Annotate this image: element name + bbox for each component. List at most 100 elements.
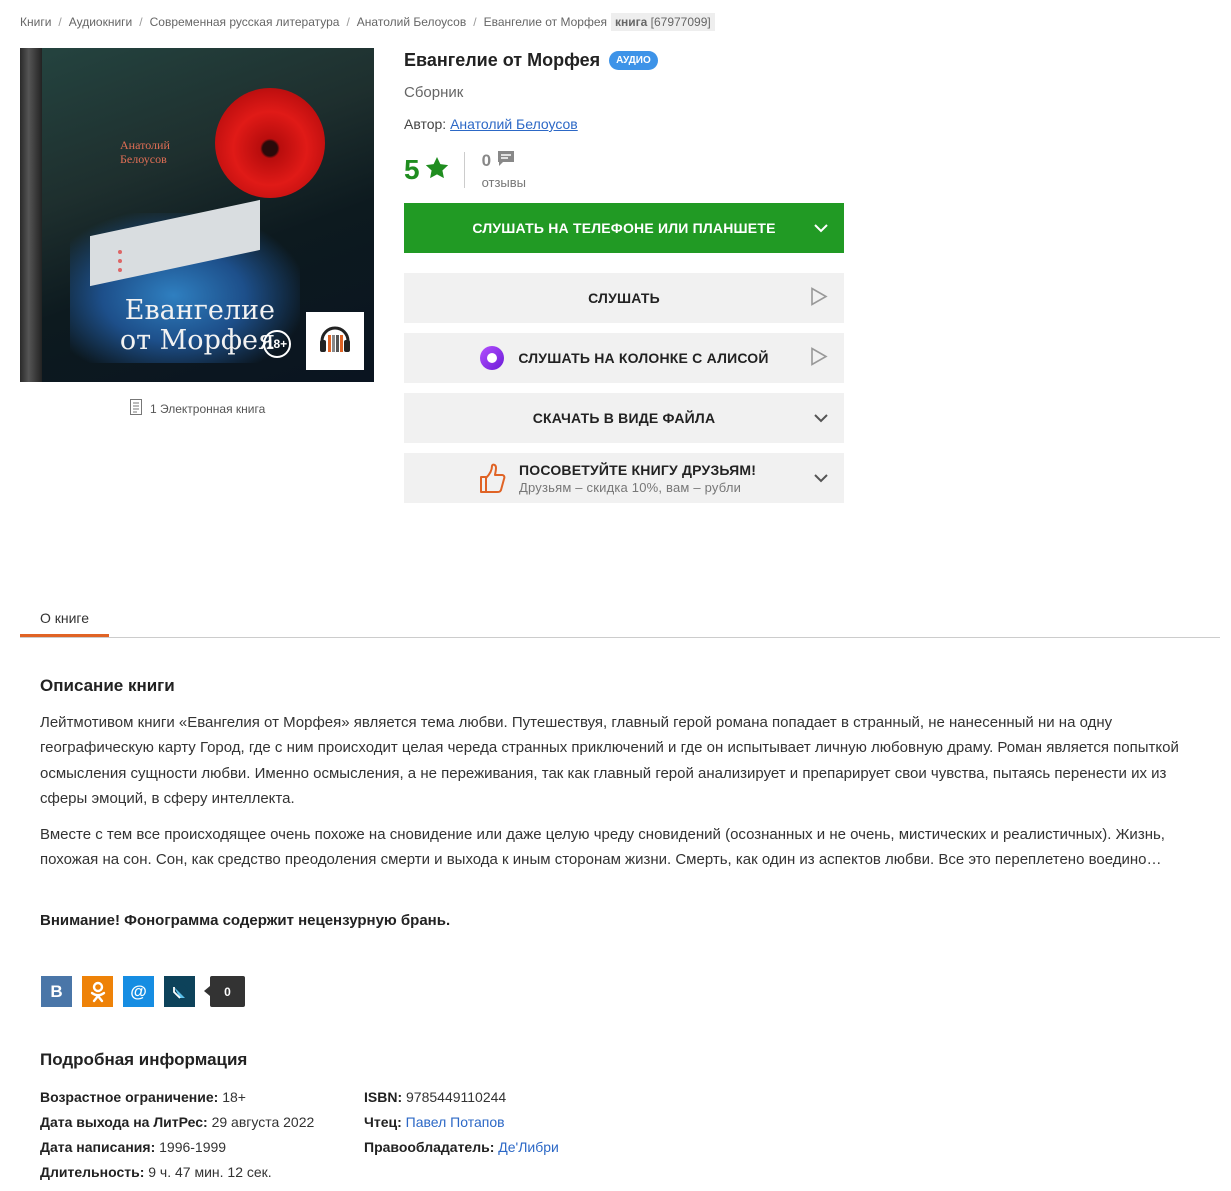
chevron-down-icon: [814, 410, 828, 426]
listen-on-device-button[interactable]: Слушать на телефоне или планшете: [404, 203, 844, 253]
description-paragraph-2: Вместе с тем все происходящее очень похо…: [40, 826, 1165, 869]
details-heading: Подробная информация: [40, 1050, 248, 1069]
recommend-title: Посоветуйте книгу друзьям!: [519, 461, 757, 478]
audio-badge: аудио: [609, 51, 658, 70]
recommend-friends-button[interactable]: Посоветуйте книгу друзьям! Друзьям – ски…: [404, 453, 844, 503]
audio-format-badge: [306, 312, 364, 370]
cover-poppy-image: [215, 88, 325, 198]
book-title: Евангелие от Морфея: [404, 50, 601, 70]
book-id-value: [67977099]: [650, 15, 711, 29]
breadcrumb: Книги / Аудиокниги / Современная русская л…: [20, 13, 715, 31]
breadcrumb-item-genre[interactable]: Современная русская литература: [150, 15, 340, 29]
rating-block: 5 0 отзывы: [404, 150, 526, 190]
detail-written-label: Дата написания:: [40, 1139, 156, 1155]
breadcrumb-item-book[interactable]: Евангелие от Морфея: [484, 15, 607, 29]
book-id-label: книга: [615, 15, 648, 29]
thumbs-up-icon: [478, 462, 506, 497]
book-subtitle: Сборник: [404, 84, 464, 101]
cover-dots: [118, 250, 122, 277]
detail-age-label: Возрастное ограничение:: [40, 1089, 219, 1105]
reviews-count-row: 0: [482, 150, 526, 172]
reviews-label: отзывы: [481, 175, 527, 190]
tab-about-book[interactable]: О книге: [20, 605, 109, 637]
detail-written: Дата написания: 1996-1999: [40, 1135, 314, 1160]
book-title-row: Евангелие от Морфея аудио: [404, 50, 658, 71]
ebook-version-link[interactable]: 1 Электронная книга: [130, 399, 265, 418]
detail-duration-label: Длительность:: [40, 1164, 145, 1180]
breadcrumb-separator: /: [58, 15, 62, 29]
detail-reader-label: Чтец:: [364, 1114, 402, 1130]
listen-on-device-label: Слушать на телефоне или планшете: [472, 220, 776, 236]
cover-author-line2: Белоусов: [120, 152, 167, 166]
odnoklassniki-icon[interactable]: [82, 976, 113, 1007]
detail-release-value: 29 августа 2022: [211, 1114, 315, 1130]
author-link[interactable]: Анатолий Белоусов: [450, 116, 578, 132]
recommend-text: Посоветуйте книгу друзьям! Друзьям – ски…: [519, 462, 756, 495]
breadcrumb-separator: /: [346, 15, 350, 29]
listen-label: Слушать: [588, 290, 660, 306]
detail-age: Возрастное ограничение: 18+: [40, 1085, 314, 1110]
cover-title-line2: от Морфея: [119, 325, 275, 356]
detail-isbn-value: 9785449110244: [406, 1089, 507, 1105]
breadcrumb-item-audiobooks[interactable]: Аудиокниги: [69, 15, 133, 29]
mailru-icon[interactable]: @: [123, 976, 154, 1007]
breadcrumb-item-author[interactable]: Анатолий Белоусов: [357, 15, 466, 29]
detail-rights: Правообладатель: Де'Либри: [364, 1135, 559, 1160]
details-column-left: Возрастное ограничение: 18+ Дата выхода …: [40, 1085, 314, 1185]
download-file-label: Скачать в виде файла: [532, 410, 716, 426]
livejournal-icon[interactable]: [164, 976, 195, 1007]
listen-button[interactable]: Слушать: [404, 273, 844, 323]
detail-age-value: 18+: [222, 1089, 246, 1105]
detail-duration: Длительность: 9 ч. 47 мин. 12 сек.: [40, 1160, 314, 1185]
vk-icon[interactable]: В: [41, 976, 72, 1007]
detail-isbn: ISBN: 9785449110244: [364, 1085, 559, 1110]
detail-release: Дата выхода на ЛитРес: 29 августа 2022: [40, 1110, 314, 1135]
download-file-button[interactable]: Скачать в виде файла: [404, 393, 844, 443]
description-heading: Описание книги: [40, 676, 175, 695]
star-icon: [424, 155, 450, 186]
rating-value: 5: [404, 154, 420, 185]
detail-reader: Чтец: Павел Потапов: [364, 1110, 559, 1135]
alice-icon: [479, 345, 505, 371]
cover-title: Евангелие от Морфея: [70, 296, 275, 356]
detail-rights-label: Правообладатель:: [364, 1139, 495, 1155]
detail-isbn-label: ISBN:: [364, 1089, 403, 1105]
play-icon: [810, 347, 828, 370]
cover-spine: [20, 48, 42, 382]
cover-title-line1: Евангелие: [124, 295, 275, 326]
listen-alice-label: Слушать на колонке с Алисой: [518, 350, 769, 366]
play-icon: [810, 287, 828, 310]
rights-holder-link[interactable]: Де'Либри: [498, 1139, 559, 1155]
cover-author-line1: Анатолий: [120, 138, 170, 152]
age-rating-badge: 18+: [263, 330, 291, 358]
share-bar: В @ 0: [41, 976, 245, 1007]
chevron-down-icon: [814, 220, 828, 236]
document-icon: [130, 399, 142, 418]
reader-link[interactable]: Павел Потапов: [406, 1114, 505, 1130]
description-paragraph-1: Лейтмотивом книги «Евангелия от Морфея» …: [40, 714, 1179, 807]
headphones-icon: [317, 321, 353, 362]
chevron-down-icon: [814, 470, 828, 486]
detail-duration-value: 9 ч. 47 мин. 12 сек.: [148, 1164, 272, 1180]
breadcrumb-separator: /: [139, 15, 143, 29]
details-column-right: ISBN: 9785449110244 Чтец: Павел Потапов …: [364, 1085, 559, 1160]
breadcrumb-item-books[interactable]: Книги: [20, 15, 51, 29]
tab-bar: О книге: [20, 605, 1220, 638]
comment-icon: [497, 150, 515, 172]
share-count: 0: [204, 976, 245, 1007]
ebook-version-label: 1 Электронная книга: [150, 401, 266, 416]
author-label: Автор:: [404, 116, 447, 132]
profanity-warning: Внимание! Фонограмма содержит нецензурну…: [40, 912, 451, 929]
book-id-tag: книга [67977099]: [611, 13, 715, 31]
breadcrumb-separator: /: [473, 15, 477, 29]
cover-author: Анатолий Белоусов: [120, 138, 170, 166]
reviews-link[interactable]: 0 отзывы: [482, 150, 526, 190]
detail-release-label: Дата выхода на ЛитРес:: [40, 1114, 208, 1130]
detail-written-value: 1996-1999: [159, 1139, 227, 1155]
listen-alice-button[interactable]: Слушать на колонке с Алисой: [404, 333, 844, 383]
reviews-count: 0: [481, 151, 492, 170]
author-line: Автор: Анатолий Белоусов: [404, 116, 578, 132]
recommend-subtitle: Друзьям – скидка 10%, вам – рубли: [519, 479, 742, 495]
rating-divider: [463, 152, 465, 188]
book-cover[interactable]: Анатолий Белоусов Евангелие от Морфея 18…: [20, 48, 374, 382]
